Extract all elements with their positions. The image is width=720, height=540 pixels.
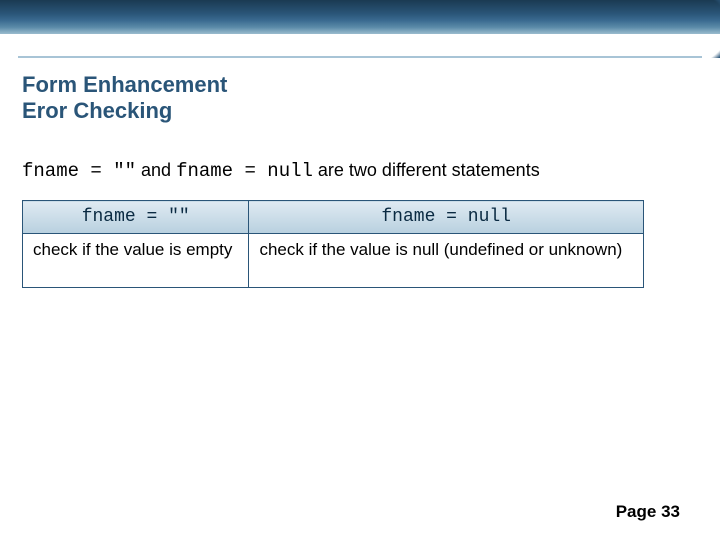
statement-code-1: fname = "" bbox=[22, 160, 136, 182]
statement-mid: and bbox=[136, 160, 176, 180]
page-label: Page bbox=[616, 502, 657, 521]
table-cell-col2: check if the value is null (undefined or… bbox=[249, 234, 643, 288]
table-header-row: fname = "" fname = null bbox=[23, 201, 644, 234]
table-cell-col1: check if the value is empty bbox=[23, 234, 249, 288]
statement: fname = "" and fname = null are two diff… bbox=[22, 160, 698, 182]
slide-content: fname = "" and fname = null are two diff… bbox=[22, 160, 698, 288]
slide: Form Enhancement Eror Checking fname = "… bbox=[0, 0, 720, 540]
table-header-col1: fname = "" bbox=[23, 201, 249, 234]
page-footer: Page 33 bbox=[616, 502, 680, 522]
page-number: 33 bbox=[661, 502, 680, 521]
slide-title: Form Enhancement Eror Checking bbox=[22, 72, 227, 125]
table-row: check if the value is empty check if the… bbox=[23, 234, 644, 288]
table-header-col2: fname = null bbox=[249, 201, 643, 234]
title-underline bbox=[18, 56, 702, 58]
title-line-1: Form Enhancement bbox=[22, 72, 227, 98]
statement-tail: are two different statements bbox=[313, 160, 540, 180]
title-line-2: Eror Checking bbox=[22, 98, 227, 124]
statement-code-2: fname = null bbox=[176, 160, 313, 182]
top-accent bbox=[565, 0, 720, 58]
comparison-table: fname = "" fname = null check if the val… bbox=[22, 200, 644, 288]
